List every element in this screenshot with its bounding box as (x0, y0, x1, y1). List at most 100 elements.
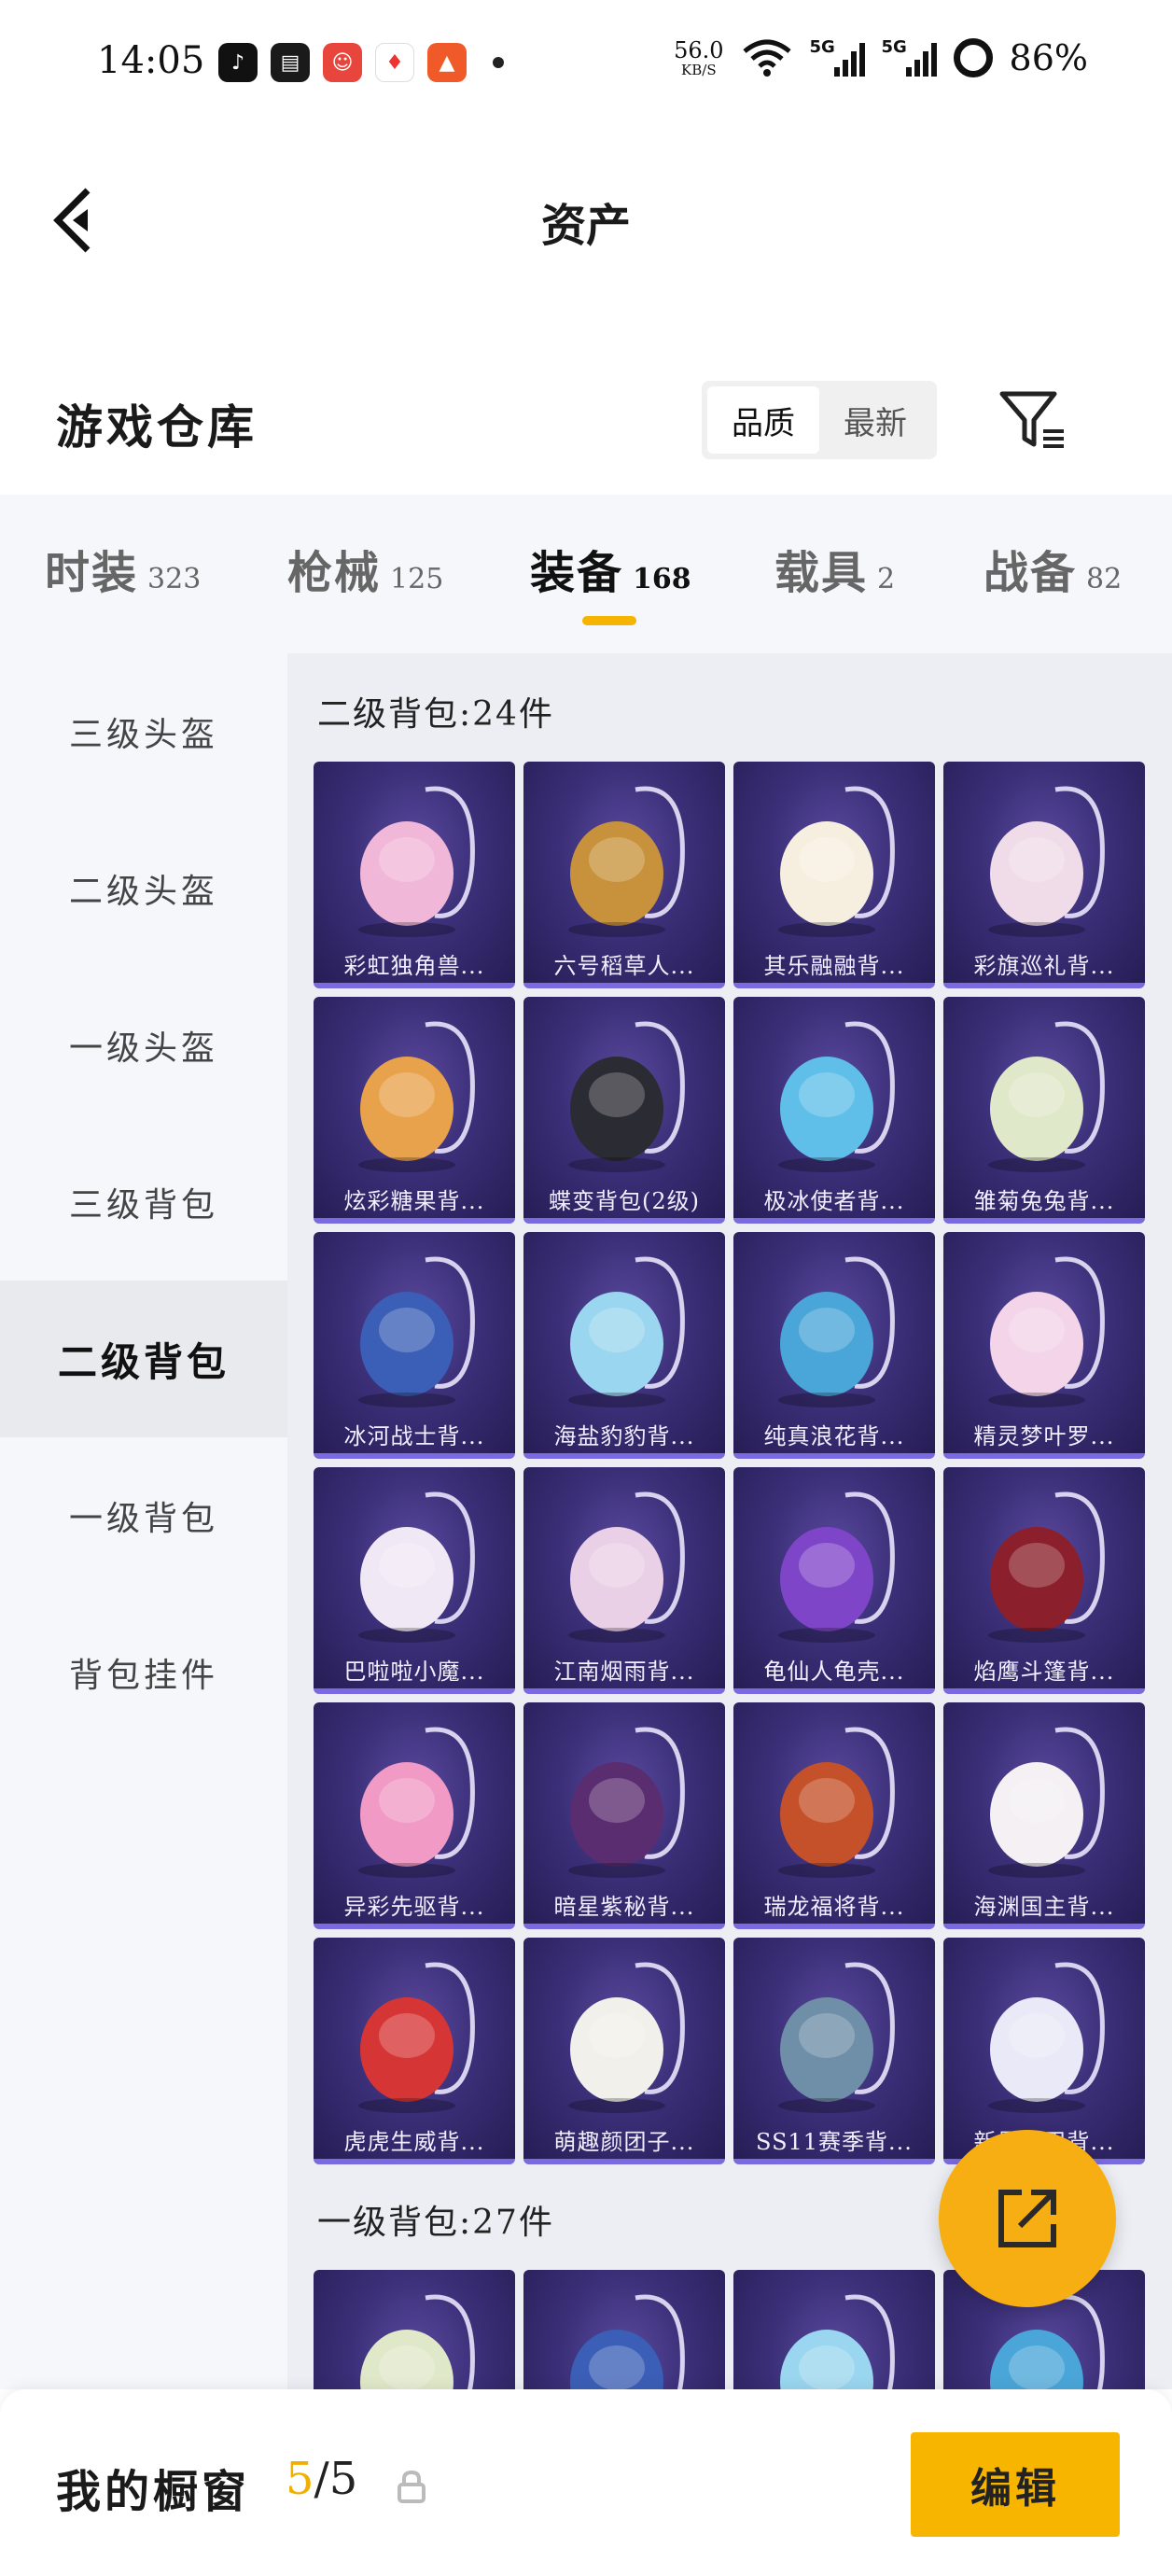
item-card[interactable]: 新星战甲背... (943, 1938, 1145, 2164)
edit-button[interactable]: 编辑 (911, 2432, 1120, 2537)
battery-level: 86% (1009, 37, 1088, 78)
tab-label: 战备 (984, 547, 1078, 599)
item-card[interactable] (523, 2270, 725, 2389)
sort-toggle: 品质 最新 (702, 381, 937, 459)
backpack-image (568, 1962, 685, 2113)
sidebar-item-helmet-2[interactable]: 二级头盔 (0, 810, 287, 967)
backpack-image (988, 786, 1105, 937)
signal-icon-2: 5G (882, 37, 937, 77)
backpack-image (570, 2294, 685, 2389)
showcase-count: 5/5 (286, 2453, 357, 2505)
tab-firearms[interactable]: 枪械 125 (287, 536, 443, 601)
item-card[interactable]: 暗星紫秘背... (523, 1702, 725, 1929)
status-bar: 14:05 ♪ ▤ ☺ ♦ ▲ 56.0 KB/S 5G 5G 86% (0, 0, 1172, 131)
item-card[interactable]: 瑞龙福将背... (733, 1702, 935, 1929)
section-title: 二级背包:24件 (317, 695, 554, 734)
item-card[interactable] (733, 2270, 935, 2389)
tab-vehicles[interactable]: 载具 2 (774, 536, 895, 601)
backpack-image (988, 1962, 1105, 2113)
item-card[interactable]: 龟仙人龟壳... (733, 1467, 935, 1694)
status-time: 14:05 (97, 39, 205, 82)
item-card[interactable]: 炫彩糖果背... (314, 997, 515, 1224)
item-name: 六号稻草人... (553, 952, 695, 979)
status-right: 56.0 KB/S 5G 5G 86% (674, 37, 1088, 78)
tab-fashion[interactable]: 时装 323 (45, 536, 201, 601)
item-name: 龟仙人龟壳... (763, 1658, 905, 1685)
item-card[interactable]: 巴啦啦小魔... (314, 1467, 515, 1694)
backpack-image (778, 786, 895, 937)
sort-quality-button[interactable]: 品质 (707, 386, 819, 454)
battery-icon (953, 38, 993, 77)
item-card[interactable]: 蝶变背包(2级) (523, 997, 725, 1224)
backpack-image (780, 2294, 895, 2389)
backpack-image (358, 1727, 475, 1878)
net-speed-unit: KB/S (681, 61, 717, 78)
item-card[interactable]: 精灵梦叶罗... (943, 1232, 1145, 1459)
item-name: 其乐融融背... (763, 952, 905, 979)
cat-icon: ▲ (427, 43, 467, 82)
backpack-image (988, 1727, 1105, 1878)
backpack-image (778, 1962, 895, 2113)
item-name: 焰鹰斗篷背... (973, 1658, 1115, 1685)
backpack-image (568, 1021, 685, 1172)
item-card[interactable]: 虎虎生威背... (314, 1938, 515, 2164)
signal-icon-1: 5G (809, 37, 865, 77)
item-card[interactable]: 其乐融融背... (733, 762, 935, 988)
item-card[interactable]: 海盐豹豹背... (523, 1232, 725, 1459)
filter-icon[interactable] (997, 385, 1067, 455)
sidebar-item-backpack-1[interactable]: 一级背包 (0, 1437, 287, 1594)
item-card[interactable]: 萌趣颜团子... (523, 1938, 725, 2164)
tab-supplies[interactable]: 战备 82 (984, 536, 1122, 601)
backpack-image (568, 1256, 685, 1407)
item-card[interactable]: 焰鹰斗篷背... (943, 1467, 1145, 1694)
app-icon: ♦ (375, 43, 414, 82)
item-card[interactable]: 冰河战士背... (314, 1232, 515, 1459)
more-dot-icon (493, 57, 504, 68)
item-name: 虎虎生威背... (343, 2128, 485, 2155)
game-icon: ☺ (323, 43, 362, 82)
tab-label: 时装 (45, 547, 139, 599)
warehouse-header: 游戏仓库 品质 最新 (0, 364, 1172, 476)
sidebar-item-helmet-3[interactable]: 三级头盔 (0, 653, 287, 810)
warehouse-title: 游戏仓库 (56, 399, 258, 455)
item-card[interactable]: 极冰使者背... (733, 997, 935, 1224)
wifi-icon (742, 39, 791, 77)
backpack-image (778, 1727, 895, 1878)
net-speed: 56.0 KB/S (674, 39, 723, 77)
backpack-image (358, 1021, 475, 1172)
signal-1-label: 5G (809, 37, 835, 57)
tab-label: 枪械 (287, 547, 382, 599)
tab-label: 装备 (530, 547, 624, 599)
item-card[interactable]: 纯真浪花背... (733, 1232, 935, 1459)
backpack-image (778, 1021, 895, 1172)
item-card[interactable]: 江南烟雨背... (523, 1467, 725, 1694)
sidebar-item-helmet-1[interactable]: 一级头盔 (0, 967, 287, 1124)
tab-equipment[interactable]: 装备 168 (530, 536, 691, 601)
backpack-image (568, 1727, 685, 1878)
backpack-image (988, 1021, 1105, 1172)
item-card[interactable]: 彩虹独角兽... (314, 762, 515, 988)
item-name: 异彩先驱背... (343, 1893, 485, 1920)
item-card[interactable]: 海渊国主背... (943, 1702, 1145, 1929)
item-name: 纯真浪花背... (763, 1422, 905, 1449)
share-icon (998, 2190, 1056, 2247)
item-card[interactable] (314, 2270, 515, 2389)
sort-newest-button[interactable]: 最新 (819, 386, 931, 454)
sidebar-item-backpack-2[interactable]: 二级背包 (0, 1281, 287, 1437)
backpack-image (778, 1491, 895, 1643)
item-card[interactable]: SS11赛季背... (733, 1938, 935, 2164)
item-name: 海渊国主背... (973, 1893, 1115, 1920)
item-card[interactable]: 六号稻草人... (523, 762, 725, 988)
item-card[interactable]: 异彩先驱背... (314, 1702, 515, 1929)
item-card[interactable]: 彩旗巡礼背... (943, 762, 1145, 988)
backpack-image (778, 1256, 895, 1407)
sidebar-item-backpack-3[interactable]: 三级背包 (0, 1124, 287, 1281)
backpack-image (360, 2294, 475, 2389)
item-name: 雏菊兔兔背... (973, 1187, 1115, 1214)
backpack-image (358, 1962, 475, 2113)
item-card[interactable]: 雏菊兔兔背... (943, 997, 1145, 1224)
tab-count: 2 (877, 563, 896, 595)
item-name: 海盐豹豹背... (553, 1422, 695, 1449)
sidebar-item-backpack-charm[interactable]: 背包挂件 (0, 1594, 287, 1751)
share-button[interactable] (939, 2130, 1116, 2307)
